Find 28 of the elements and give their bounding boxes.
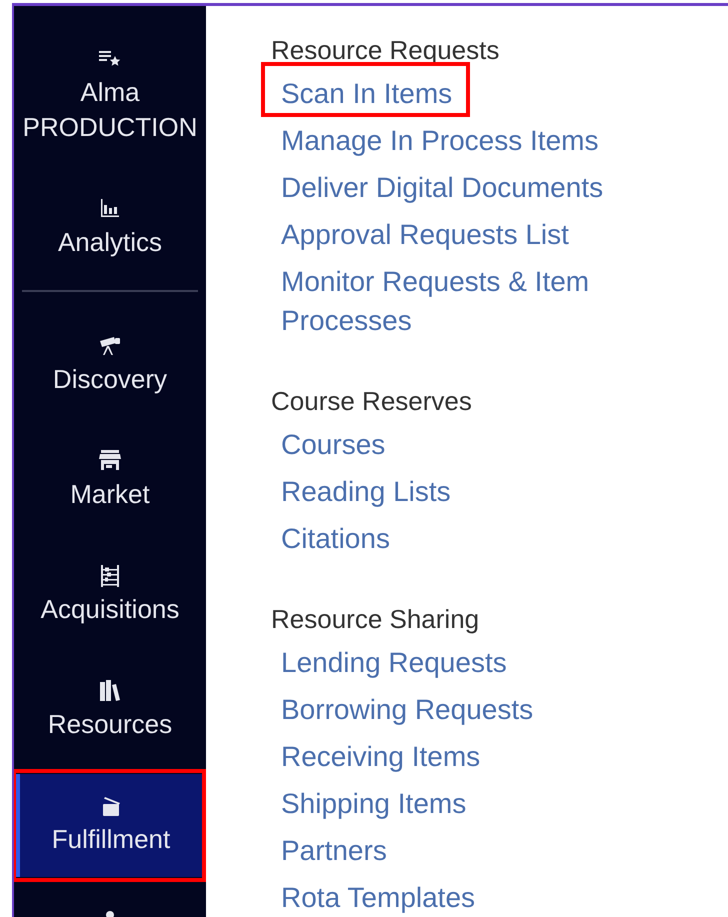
nav-item[interactable]: Acquisitions: [14, 544, 206, 647]
books-icon: [98, 679, 122, 703]
nav-item[interactable]: Resources: [14, 659, 206, 762]
menu-link[interactable]: Citations: [281, 519, 390, 558]
nav-item[interactable]: Analytics: [14, 177, 206, 280]
menu-link[interactable]: Lending Requests: [281, 643, 507, 682]
abacus-icon: [98, 564, 122, 588]
nav-item[interactable]: Fulfillment: [16, 774, 202, 877]
menu-link[interactable]: Partners: [281, 831, 387, 870]
menu-link[interactable]: Monitor Requests & Item Processes: [281, 262, 681, 340]
section-heading: Resource Sharing: [271, 603, 480, 635]
store-icon: [98, 449, 122, 473]
menu-link[interactable]: Approval Requests List: [281, 215, 569, 254]
menu-link[interactable]: Deliver Digital Documents: [281, 168, 604, 207]
menu-link[interactable]: Shipping Items: [281, 784, 466, 823]
telescope-icon: [98, 334, 122, 358]
menu-link[interactable]: Courses: [281, 425, 386, 464]
menu-link[interactable]: Manage In Process Items: [281, 121, 598, 160]
section-heading: Course Reserves: [271, 385, 472, 417]
menu-link[interactable]: Reading Lists: [281, 472, 451, 511]
nav-item[interactable]: Market: [14, 429, 206, 532]
menu-link[interactable]: Borrowing Requests: [281, 690, 534, 729]
nav-item[interactable]: Discovery: [14, 314, 206, 417]
nav-item[interactable]: Alma PRODUCTION: [14, 27, 206, 165]
menu-link[interactable]: Scan In Items: [281, 74, 452, 113]
menu-link[interactable]: Rota Templates: [281, 878, 476, 917]
section-heading: Resource Requests: [271, 34, 500, 66]
menu-link[interactable]: Receiving Items: [281, 737, 480, 776]
